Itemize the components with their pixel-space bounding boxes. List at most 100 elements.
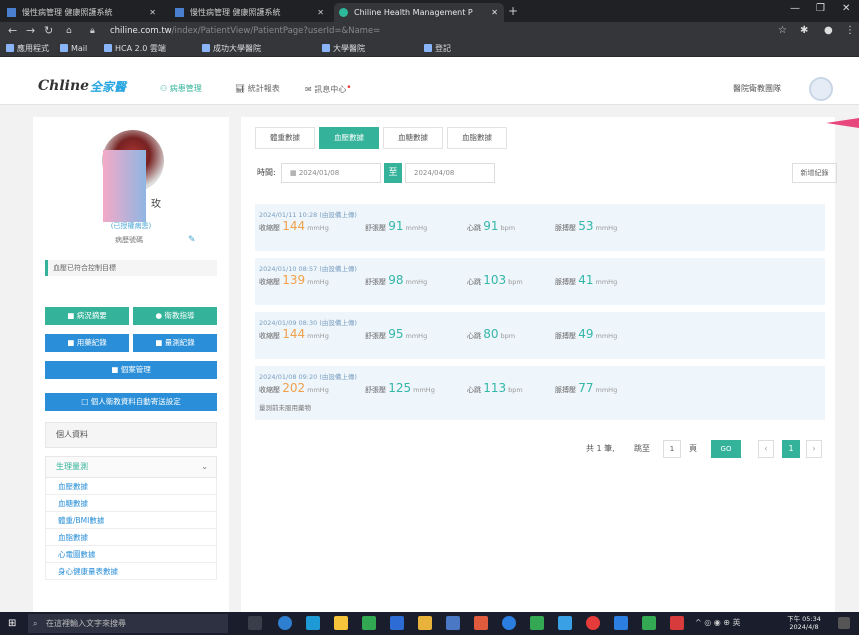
bp-record-row[interactable]: 2024/01/10 08:57 (由設備上傳) 收縮壓 139 mmHg 舒張壓 9… (255, 258, 825, 305)
system-tray[interactable]: ^ ◎ ◉ ⊕ 英 (695, 617, 741, 628)
bp-record-row[interactable]: 2024/01/08 09:20 (由設備上傳) 收縮壓 202 mmHg 舒張壓 1… (255, 366, 825, 420)
bookmark-star-icon[interactable]: ☆ (778, 24, 787, 38)
extension-icon[interactable]: ✱ (800, 24, 808, 38)
browser-tab-1[interactable]: 慢性病管理 健康照護系統 ✕ (2, 3, 162, 22)
app-icon[interactable] (362, 616, 376, 630)
prev-page-icon[interactable]: ‹ (758, 440, 774, 458)
bookmark-register[interactable]: 登記 (424, 40, 451, 57)
unit-label: mmHg (307, 332, 329, 340)
education-button[interactable]: ● 衛教指導 (133, 307, 217, 325)
bookmark-university[interactable]: 大學醫院 (322, 40, 365, 57)
menu-item-ecg[interactable]: 心電圖數據 (45, 546, 217, 563)
bookmark-mail[interactable]: Mail (60, 40, 87, 57)
chrome-icon[interactable] (502, 616, 516, 630)
app-icon[interactable] (642, 616, 656, 630)
app-icon[interactable] (446, 616, 460, 630)
measurement-button[interactable]: ■ 量測紀錄 (133, 334, 217, 352)
close-tab-icon[interactable]: ✕ (491, 3, 498, 22)
url-field[interactable]: chiline.com.tw/index/PatientView/Patient… (110, 24, 770, 38)
taskbar-clock[interactable]: 下午 05:34 2024/4/8 (787, 615, 821, 631)
app-icon[interactable] (474, 616, 488, 630)
auto-send-settings-button[interactable]: □ 個人衛教資料自動寄送設定 (45, 393, 217, 411)
diastolic-number: 98 (388, 273, 404, 287)
edge-icon[interactable] (278, 616, 292, 630)
tab-weight[interactable]: 體重數據 (255, 127, 315, 149)
reload-icon[interactable]: ↻ (44, 23, 53, 39)
nav-message-center[interactable]: ✉︎ 訊息中心• (305, 83, 352, 95)
bp-record-row[interactable]: 2024/01/11 10:28 (由設備上傳) 收縮壓 144 mmHg 舒張壓 9… (255, 204, 825, 251)
next-page-icon[interactable]: › (806, 440, 822, 458)
app-icon[interactable] (390, 616, 404, 630)
close-window-icon[interactable]: ✕ (842, 3, 850, 14)
windows-start-icon[interactable]: ⊞ (8, 618, 19, 629)
nav-patient-management[interactable]: ⚇ 病患管理 (160, 83, 202, 94)
close-tab-icon[interactable]: ✕ (317, 3, 324, 22)
close-tab-icon[interactable]: ✕ (149, 3, 156, 22)
end-date-input[interactable]: 2024/04/08 (405, 163, 495, 183)
menu-item-weight-bmi[interactable]: 體重/BMI數據 (45, 512, 217, 529)
site-logo[interactable]: Chline (38, 78, 89, 94)
maximize-icon[interactable]: ❐ (816, 3, 825, 14)
app-icon[interactable] (558, 616, 572, 630)
current-page-button[interactable]: 1 (782, 440, 800, 458)
tab-blood-sugar[interactable]: 血糖數據 (383, 127, 443, 149)
pulse-number: 91 (483, 219, 499, 233)
bookmark-apps[interactable]: 應用程式 (6, 40, 49, 57)
bookmark-hca[interactable]: HCA 2.0 雲端 (104, 40, 166, 57)
back-icon[interactable]: ← (8, 23, 17, 39)
go-button[interactable]: GO (711, 440, 741, 458)
systolic-number: 139 (282, 273, 306, 287)
add-record-button[interactable]: 新增紀錄 (792, 163, 837, 183)
forward-icon[interactable]: → (26, 23, 35, 39)
user-avatar[interactable] (809, 77, 833, 101)
nav-reports[interactable]: 📊︎ 統計報表 (235, 83, 280, 94)
profile-icon[interactable]: ● (824, 24, 833, 38)
tab-blood-pressure[interactable]: 血壓數據 (319, 127, 379, 149)
bp-record-row[interactable]: 2024/01/09 08:30 (由設備上傳) 收縮壓 144 mmHg 舒張壓 9… (255, 312, 825, 359)
unit-label: mmHg (405, 332, 428, 340)
app-icon[interactable] (530, 616, 544, 630)
tab-lipids[interactable]: 血脂數據 (447, 127, 507, 149)
summary-button[interactable]: ■ 病況摘要 (45, 307, 129, 325)
menu-item-blood-pressure[interactable]: 血壓數據 (45, 478, 217, 495)
case-management-button[interactable]: ■ 個案管理 (45, 361, 217, 379)
browser-tab-2[interactable]: 慢性病管理 健康照護系統 ✕ (170, 3, 330, 22)
menu-item-blood-sugar[interactable]: 血糖數據 (45, 495, 217, 512)
taskbar-search[interactable]: ⌕ 在這裡輸入文字來搜尋 (28, 614, 228, 633)
menu-kebab-icon[interactable]: ⋮ (845, 24, 855, 38)
site-header: Chline 全家醫 ⚇ 病患管理 📊︎ 統計報表 ✉︎ 訊息中心• 醫院衛教團… (0, 57, 859, 105)
physiology-menu-toggle[interactable]: 生理量測 ⌄ (45, 456, 217, 478)
notification-icon[interactable] (838, 617, 850, 629)
menu-item-mental-health[interactable]: 身心健康量表數據 (45, 563, 217, 580)
globe-icon (104, 44, 112, 52)
site-logo-cn[interactable]: 全家醫 (90, 78, 126, 95)
edit-icon[interactable]: ✎ (188, 235, 196, 245)
diastolic-label: 舒張壓 (365, 386, 386, 394)
folder-icon[interactable] (334, 616, 348, 630)
pulse-label: 心跳 (467, 386, 481, 394)
page-number-input[interactable]: 1 (663, 440, 681, 458)
app-icon[interactable] (670, 616, 684, 630)
bell-icon: ✉︎ (305, 85, 315, 94)
app-icon[interactable] (614, 616, 628, 630)
patient-status-link[interactable]: (已授權病患) (33, 221, 229, 231)
personal-info-menu[interactable]: 個人資料 (45, 422, 217, 448)
start-date-input[interactable]: ▦ 2024/01/08 (281, 163, 381, 183)
minimize-icon[interactable]: — (790, 3, 800, 14)
home-icon[interactable]: ⌂ (66, 23, 72, 39)
org-name[interactable]: 醫院衛教團隊 (733, 83, 781, 94)
browser-tab-active[interactable]: Chiline Health Management P ✕ (334, 3, 504, 22)
privacy-mask (103, 150, 146, 222)
task-view-icon[interactable] (248, 616, 262, 630)
app-icon[interactable] (418, 616, 432, 630)
bookmark-hospital[interactable]: 成功大學醫院 (202, 40, 261, 57)
pulse-label: 心跳 (467, 224, 481, 232)
app-icon[interactable] (306, 616, 320, 630)
unit-label: mmHg (307, 386, 329, 394)
menu-item-lipids[interactable]: 血脂數據 (45, 529, 217, 546)
new-tab-button[interactable]: + (508, 3, 518, 20)
url-host: chiline.com.tw (110, 26, 172, 36)
patient-name: 玫 (151, 199, 161, 210)
medication-button[interactable]: ■ 用藥紀錄 (45, 334, 129, 352)
app-icon[interactable] (586, 616, 600, 630)
